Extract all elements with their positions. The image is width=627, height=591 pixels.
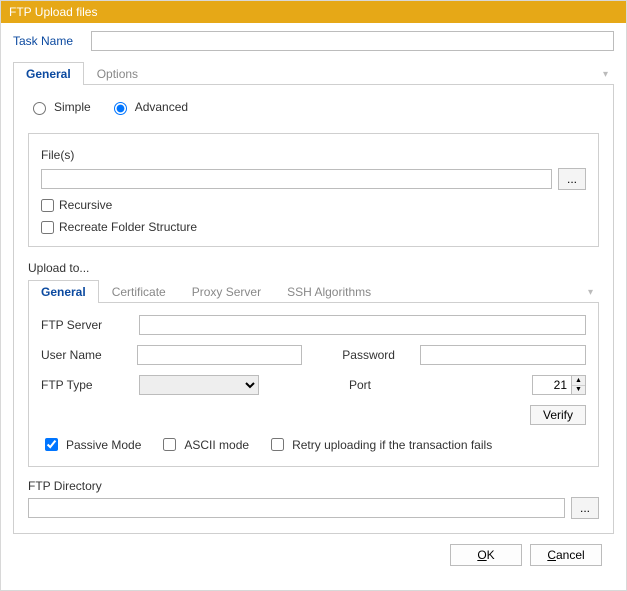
dialog-window: FTP Upload files Task Name General Optio… <box>0 0 627 591</box>
upload-tab-general[interactable]: General <box>28 280 99 303</box>
dialog-body: Task Name General Options ▾ Simple Advan… <box>1 23 626 590</box>
tab-general[interactable]: General <box>13 62 84 85</box>
files-fieldset: File(s) ... Recursive Recreate Folder St… <box>28 133 599 247</box>
ftp-directory-section: FTP Directory ... <box>28 479 599 519</box>
ftp-directory-label: FTP Directory <box>28 479 102 493</box>
ftp-server-label: FTP Server <box>41 318 129 332</box>
mode-advanced-label: Advanced <box>135 100 188 114</box>
upload-panel: FTP Server User Name Password FTP Type P… <box>28 303 599 467</box>
task-name-row: Task Name <box>13 31 614 51</box>
recreate-checkbox[interactable] <box>41 221 54 234</box>
upload-tabs: General Certificate Proxy Server SSH Alg… <box>28 279 599 303</box>
main-tabs: General Options ▾ <box>13 61 614 85</box>
task-name-input[interactable] <box>91 31 614 51</box>
passive-option[interactable]: Passive Mode <box>41 435 141 454</box>
username-label: User Name <box>41 348 127 362</box>
recursive-label: Recursive <box>59 198 112 212</box>
upload-tabs-overflow-icon[interactable]: ▾ <box>582 283 599 302</box>
window-title: FTP Upload files <box>9 5 97 19</box>
port-spinner: ▲ ▼ <box>572 375 586 395</box>
task-name-label: Task Name <box>13 34 73 48</box>
retry-label: Retry uploading if the transaction fails <box>292 438 492 452</box>
retry-option[interactable]: Retry uploading if the transaction fails <box>267 435 492 454</box>
ascii-label: ASCII mode <box>184 438 249 452</box>
main-panel: Simple Advanced File(s) ... Recursive <box>13 85 614 534</box>
user-pass-row: User Name Password <box>41 345 586 365</box>
cancel-button[interactable]: Cancel <box>530 544 602 566</box>
mode-simple-label: Simple <box>54 100 91 114</box>
verify-button[interactable]: Verify <box>530 405 586 425</box>
port-label: Port <box>349 378 419 392</box>
titlebar: FTP Upload files <box>1 1 626 23</box>
mode-advanced-radio[interactable] <box>114 102 127 115</box>
files-input[interactable] <box>41 169 552 189</box>
tabs-overflow-icon[interactable]: ▾ <box>597 65 614 84</box>
mode-radio-group: Simple Advanced <box>28 99 599 115</box>
port-input[interactable] <box>532 375 572 395</box>
port-spin-down[interactable]: ▼ <box>572 386 585 395</box>
recursive-row: Recursive <box>41 198 586 212</box>
ok-button[interactable]: OK <box>450 544 522 566</box>
upload-tab-certificate[interactable]: Certificate <box>99 280 179 303</box>
files-legend: File(s) <box>41 148 586 162</box>
files-browse-button[interactable]: ... <box>558 168 586 190</box>
passive-checkbox[interactable] <box>45 438 58 451</box>
verify-row: Verify <box>41 405 586 425</box>
upload-tab-proxy[interactable]: Proxy Server <box>179 280 274 303</box>
retry-checkbox[interactable] <box>271 438 284 451</box>
mode-simple-option[interactable]: Simple <box>28 99 91 115</box>
ftp-type-select[interactable] <box>139 375 259 395</box>
recursive-checkbox[interactable] <box>41 199 54 212</box>
upload-legend: Upload to... <box>28 261 599 275</box>
ftp-directory-browse-button[interactable]: ... <box>571 497 599 519</box>
footer: OK Cancel <box>13 534 614 578</box>
upload-tab-ssh[interactable]: SSH Algorithms <box>274 280 384 303</box>
recreate-label: Recreate Folder Structure <box>59 220 197 234</box>
tab-options[interactable]: Options <box>84 62 151 85</box>
username-input[interactable] <box>137 345 303 365</box>
ftp-server-row: FTP Server <box>41 315 586 335</box>
port-group: ▲ ▼ <box>532 375 586 395</box>
mode-simple-radio[interactable] <box>33 102 46 115</box>
type-port-row: FTP Type Port ▲ ▼ <box>41 375 586 395</box>
ftp-directory-row: ... <box>28 497 599 519</box>
port-spin-up[interactable]: ▲ <box>572 376 585 386</box>
files-input-row: ... <box>41 168 586 190</box>
upload-checks-row: Passive Mode ASCII mode Retry uploading … <box>41 435 586 454</box>
password-input[interactable] <box>420 345 586 365</box>
mode-advanced-option[interactable]: Advanced <box>109 99 188 115</box>
ascii-option[interactable]: ASCII mode <box>159 435 249 454</box>
recreate-row: Recreate Folder Structure <box>41 220 586 234</box>
passive-label: Passive Mode <box>66 438 141 452</box>
ftp-server-input[interactable] <box>139 315 586 335</box>
ftp-directory-input[interactable] <box>28 498 565 518</box>
password-label: Password <box>342 348 410 362</box>
ascii-checkbox[interactable] <box>163 438 176 451</box>
ftp-type-label: FTP Type <box>41 378 129 392</box>
